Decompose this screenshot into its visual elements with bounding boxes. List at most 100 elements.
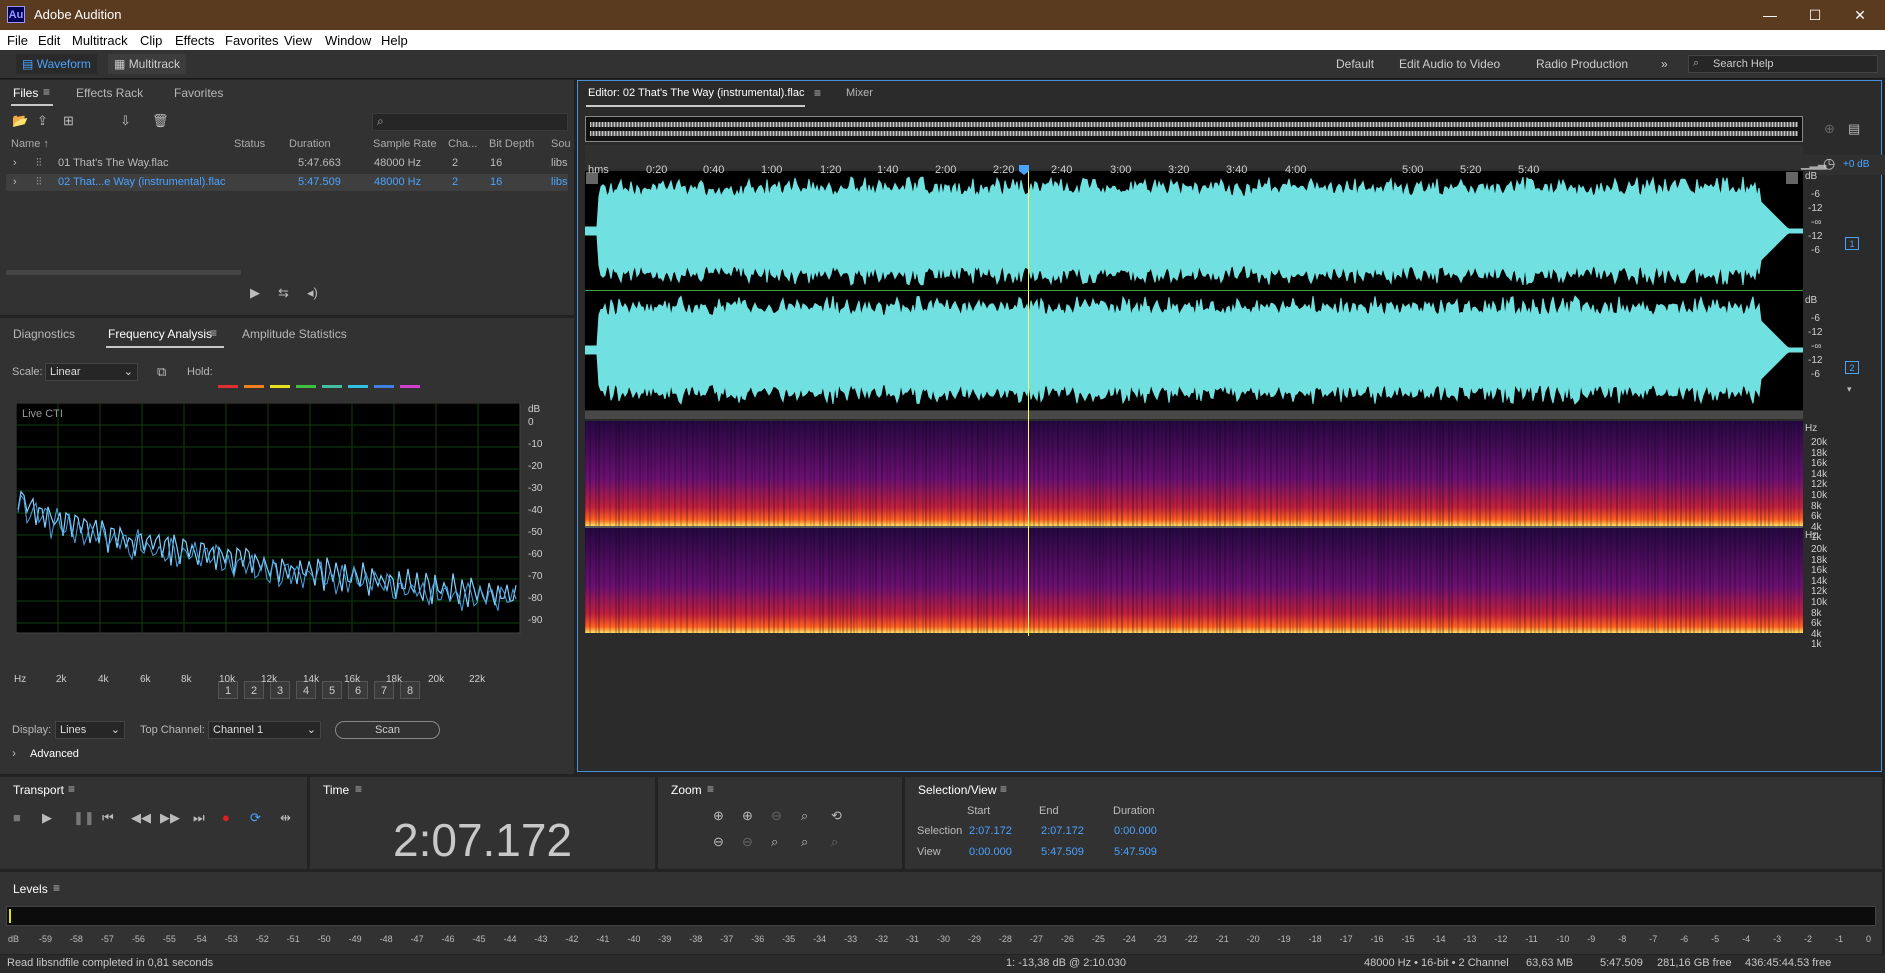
mixer-tab[interactable]: Mixer — [846, 87, 873, 99]
time-display[interactable]: 2:07.172 — [393, 813, 572, 867]
play-icon[interactable]: ▶ — [42, 810, 52, 826]
maximize-icon[interactable]: ☐ — [1795, 4, 1835, 26]
zoom-reset-icon[interactable]: ⟲ — [831, 808, 842, 824]
autoplay-icon[interactable]: ◂) — [307, 285, 318, 301]
fast-forward-icon[interactable]: ▶▶ — [160, 810, 180, 826]
menu-help[interactable]: Help — [381, 33, 408, 48]
play-preview-icon[interactable]: ▶ — [250, 285, 260, 301]
scan-button[interactable]: Scan — [335, 721, 440, 739]
stop-icon[interactable]: ■ — [13, 810, 21, 825]
delete-file-icon[interactable]: 🗑 — [152, 113, 169, 129]
tab-frequency-analysis[interactable]: Frequency Analysis — [108, 327, 212, 341]
scale-dropdown[interactable]: Linear ⌄ — [45, 363, 138, 381]
panel-menu-icon[interactable]: ≡ — [43, 85, 50, 99]
menu-edit[interactable]: Edit — [38, 33, 60, 48]
zoom-out-point-icon[interactable]: ⌕ — [801, 834, 808, 850]
view-end[interactable]: 5:47.509 — [1041, 846, 1084, 858]
skip-selection-icon[interactable]: ⇹ — [280, 810, 291, 826]
panel-menu-icon[interactable]: ≡ — [68, 782, 75, 796]
workspace-edit-audio-to-video[interactable]: Edit Audio to Video — [1393, 54, 1506, 74]
menu-view[interactable]: View — [284, 33, 312, 48]
tab-effects-rack[interactable]: Effects Rack — [76, 86, 143, 100]
tab-diagnostics[interactable]: Diagnostics — [13, 327, 75, 341]
rewind-icon[interactable]: ◀◀ — [131, 810, 151, 826]
pause-icon[interactable]: ❚❚ — [73, 810, 95, 826]
loop-preview-icon[interactable]: ⇆ — [278, 285, 289, 301]
skip-to-start-icon[interactable]: ⏮ — [102, 810, 114, 826]
menu-favorites[interactable]: Favorites — [225, 33, 278, 48]
tab-amplitude-statistics[interactable]: Amplitude Statistics — [242, 327, 347, 341]
panel-menu-icon[interactable]: ≡ — [210, 326, 217, 340]
hold-display-icon[interactable]: ⧉ — [157, 364, 166, 380]
panel-menu-icon[interactable]: ≡ — [814, 86, 821, 100]
panel-options-icon[interactable]: ▤ — [1848, 121, 1860, 137]
file-row[interactable]: › ⫶⫶ 01 That's The Way.flac 5:47.663 480… — [6, 155, 568, 172]
new-file-icon[interactable]: ⊞ — [63, 113, 74, 129]
overview-navigator[interactable] — [585, 116, 1803, 142]
loop-playback-icon[interactable]: ⟳ — [250, 810, 261, 826]
tab-files[interactable]: Files — [13, 86, 38, 100]
display-dropdown[interactable]: Lines ⌄ — [55, 721, 125, 739]
top-channel-dropdown[interactable]: Channel 1 ⌄ — [208, 721, 321, 739]
panel-menu-icon[interactable]: ≡ — [53, 881, 60, 895]
workspace-radio-production[interactable]: Radio Production — [1530, 54, 1634, 74]
search-input[interactable]: Search Help — [1713, 58, 1774, 70]
advanced-toggle[interactable]: Advanced — [30, 748, 79, 760]
view-duration[interactable]: 5:47.509 — [1114, 846, 1157, 858]
panel-menu-icon[interactable]: ≡ — [1000, 782, 1007, 796]
minimize-icon[interactable]: — — [1750, 4, 1790, 26]
zoom-selection-icon[interactable]: ⌕ — [801, 808, 808, 824]
waveform-spectrogram-view[interactable] — [585, 171, 1803, 636]
selection-end[interactable]: 2:07.172 — [1041, 825, 1084, 837]
col-sample-rate[interactable]: Sample Rate — [373, 138, 437, 150]
menu-clip[interactable]: Clip — [140, 33, 162, 48]
zoom-in-amplitude-icon[interactable]: ⊕ — [713, 808, 724, 824]
file-row-selected[interactable]: › ⫶⫶ 02 That...e Way (instrumental).flac… — [6, 174, 568, 191]
expand-chevron-icon[interactable]: › — [13, 157, 17, 169]
insert-into-multitrack-icon[interactable]: ⇩ — [120, 113, 131, 129]
open-file-icon[interactable]: 📂 — [12, 113, 28, 129]
menu-multitrack[interactable]: Multitrack — [72, 33, 128, 48]
record-icon[interactable]: ● — [222, 810, 230, 825]
close-icon[interactable]: ✕ — [1840, 4, 1880, 26]
fade-out-handle[interactable] — [1786, 172, 1798, 184]
multitrack-button[interactable]: ▦ Multitrack — [108, 54, 187, 74]
menu-file[interactable]: File — [7, 33, 28, 48]
gain-knob-icon[interactable]: ◷ — [1823, 155, 1835, 172]
selection-duration[interactable]: 0:00.000 — [1114, 825, 1157, 837]
col-source[interactable]: Sou — [551, 138, 571, 150]
workspace-default[interactable]: Default — [1330, 54, 1380, 74]
col-duration[interactable]: Duration — [289, 138, 331, 150]
chevron-right-icon[interactable]: › — [12, 746, 16, 760]
col-status[interactable]: Status — [234, 138, 265, 150]
menu-window[interactable]: Window — [325, 33, 371, 48]
more-workspaces-button[interactable]: » — [1655, 54, 1674, 74]
zoom-in-time-icon[interactable]: ⊕ — [742, 808, 753, 824]
view-start[interactable]: 0:00.000 — [969, 846, 1012, 858]
channel-2-toggle[interactable]: 2 — [1845, 361, 1859, 374]
zoom-out-amplitude-icon[interactable]: ⊖ — [713, 834, 724, 850]
zoom-out-time-icon[interactable]: ⊖ — [742, 834, 753, 850]
files-search-input[interactable]: ⌕ — [372, 113, 568, 131]
menu-effects[interactable]: Effects — [175, 33, 215, 48]
col-channels[interactable]: Cha... — [448, 138, 477, 150]
expand-chevron-icon[interactable]: › — [13, 176, 17, 188]
col-bit-depth[interactable]: Bit Depth — [489, 138, 534, 150]
zoom-selection-disabled-icon[interactable]: ⌕ — [831, 834, 838, 850]
zoom-out-full-icon[interactable]: ⊖ — [771, 808, 782, 824]
panel-menu-icon[interactable]: ≡ — [355, 782, 362, 796]
chevron-down-icon[interactable]: ▾ — [1847, 384, 1852, 395]
col-name[interactable]: Name ↑ — [11, 138, 49, 150]
skip-to-end-icon[interactable]: ⏭ — [193, 810, 205, 826]
zoom-in-point-icon[interactable]: ⌕ — [771, 834, 778, 850]
panel-menu-icon[interactable]: ≡ — [707, 782, 714, 796]
selection-start[interactable]: 2:07.172 — [969, 825, 1012, 837]
search-help-box[interactable]: ⌕ Search Help — [1688, 55, 1878, 73]
zoom-navigator-icon[interactable]: ⊕ — [1824, 121, 1835, 137]
horizontal-scrollbar[interactable] — [6, 270, 241, 275]
waveform-button[interactable]: ▤ Waveform — [16, 54, 97, 74]
editor-tab[interactable]: Editor: 02 That's The Way (instrumental)… — [588, 87, 804, 99]
channel-1-toggle[interactable]: 1 — [1845, 237, 1859, 250]
import-file-icon[interactable]: ⇪ — [37, 113, 48, 129]
tab-favorites[interactable]: Favorites — [174, 86, 223, 100]
